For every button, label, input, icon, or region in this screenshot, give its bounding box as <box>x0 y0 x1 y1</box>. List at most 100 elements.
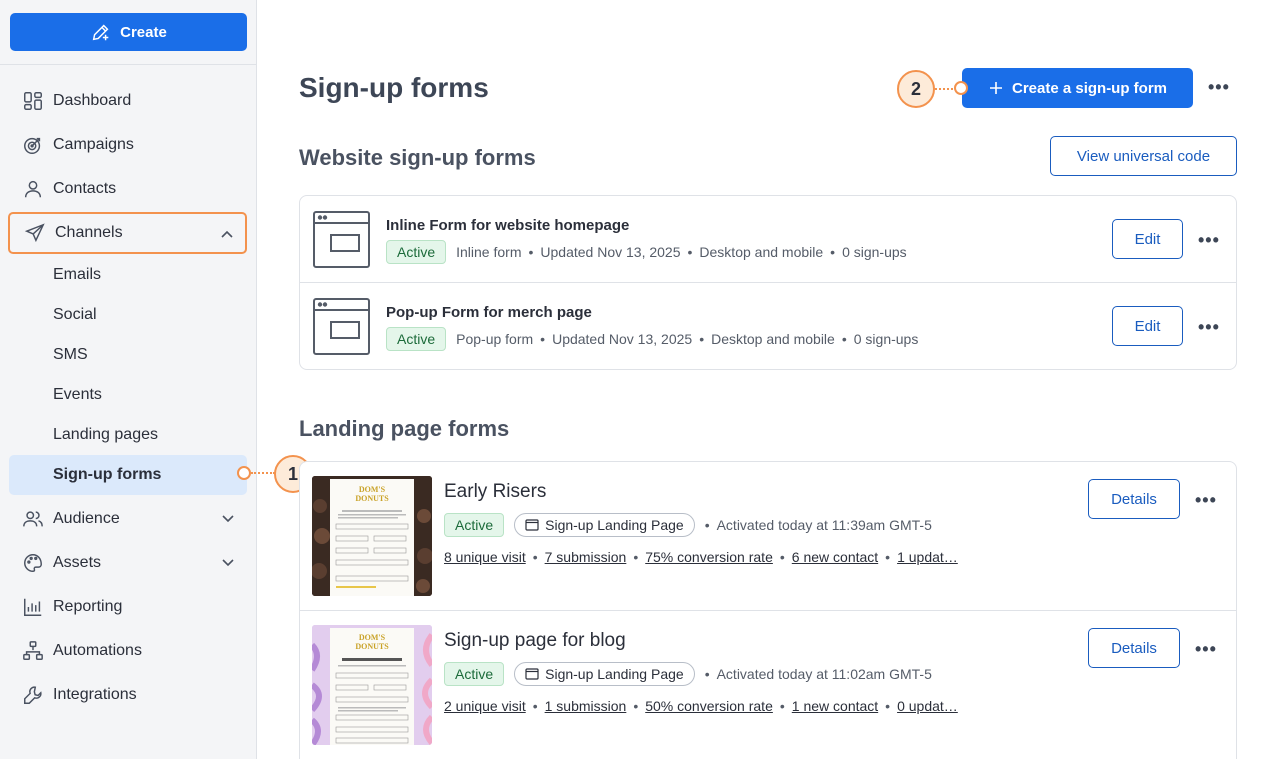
visits-link[interactable]: 8 unique visit <box>444 549 526 565</box>
conversion-link[interactable]: 50% conversion rate <box>645 698 773 714</box>
sidebar-item-label: Assets <box>53 554 102 571</box>
person-icon <box>22 178 44 200</box>
sidebar-divider <box>0 64 256 65</box>
submissions-link[interactable]: 1 submission <box>545 698 627 714</box>
sidebar-item-contacts[interactable]: Contacts <box>0 167 256 211</box>
activated-text: Activated today at 11:39am GMT-5 <box>716 517 932 533</box>
separator-dot: • <box>699 331 705 347</box>
sidebar-subitem-social[interactable]: Social <box>0 295 256 335</box>
row-more-options-icon[interactable]: ••• <box>1198 231 1220 249</box>
target-icon <box>22 134 44 156</box>
list-item: Pop-up Form for merch page Active Pop-up… <box>300 283 1236 369</box>
sidebar-item-integrations[interactable]: Integrations <box>0 673 256 717</box>
chart-icon <box>22 596 44 618</box>
separator-dot: • <box>532 549 538 565</box>
thumb-brand-line1: DOM'S <box>359 633 386 642</box>
thumbnail-preview-image: DOM'S DONUTS <box>312 625 432 745</box>
form-type: Pop-up form <box>456 331 534 347</box>
thumb-brand-line2: DONUTS <box>355 494 389 503</box>
sidebar-subitem-landing-pages[interactable]: Landing pages <box>0 415 256 455</box>
chevron-down-icon <box>222 559 234 567</box>
thumb-brand-line2: DONUTS <box>355 642 389 651</box>
form-updated: Updated Nov 13, 2025 <box>540 244 681 260</box>
landing-forms-card: DOM'S DONUTS Early Risers Active Sign-up <box>299 461 1237 759</box>
pencil-plus-icon <box>92 24 109 41</box>
sidebar-item-assets[interactable]: Assets <box>0 541 256 585</box>
callout-badge-2: 2 <box>897 70 935 108</box>
landing-page-thumbnail[interactable]: DOM'S DONUTS <box>312 476 432 596</box>
status-badge: Active <box>444 513 505 537</box>
list-item: DOM'S DONUTS Sign-up page for blog Activ… <box>300 611 1236 759</box>
edit-button[interactable]: Edit <box>1112 306 1183 346</box>
landing-type-chip: Sign-up Landing Page <box>514 662 695 686</box>
browser-window-icon <box>313 211 370 268</box>
page-title: Sign-up forms <box>299 72 489 103</box>
sidebar-subitem-emails[interactable]: Emails <box>0 255 256 295</box>
updates-link[interactable]: 1 updat… <box>897 549 958 565</box>
view-universal-code-button[interactable]: View universal code <box>1050 136 1237 176</box>
flow-icon <box>22 640 44 662</box>
sidebar-item-label: Integrations <box>53 686 137 703</box>
separator-dot: • <box>885 549 891 565</box>
paper-plane-icon <box>24 222 46 244</box>
separator-dot: • <box>885 698 891 714</box>
details-button[interactable]: Details <box>1088 479 1180 519</box>
sidebar-item-campaigns[interactable]: Campaigns <box>0 123 256 167</box>
sidebar-subitem-events[interactable]: Events <box>0 375 256 415</box>
form-meta: Active Inline form • Updated Nov 13, 202… <box>386 240 907 264</box>
status-badge: Active <box>386 240 447 264</box>
row-more-options-icon[interactable]: ••• <box>1195 640 1217 658</box>
wrench-icon <box>22 684 44 706</box>
sidebar-item-dashboard[interactable]: Dashboard <box>0 79 256 123</box>
row-more-options-icon[interactable]: ••• <box>1195 491 1217 509</box>
page-icon <box>525 668 539 680</box>
status-badge: Active <box>444 662 505 686</box>
separator-dot: • <box>633 549 639 565</box>
form-devices: Desktop and mobile <box>711 331 835 347</box>
row-more-options-icon[interactable]: ••• <box>1198 318 1220 336</box>
browser-window-icon <box>313 298 370 355</box>
sidebar-subitem-sign-up-forms[interactable]: Sign-up forms <box>9 455 247 495</box>
sidebar-item-label: Contacts <box>53 180 117 197</box>
separator-dot: • <box>704 666 710 682</box>
website-forms-card: Inline Form for website homepage Active … <box>299 195 1237 370</box>
separator-dot: • <box>532 698 538 714</box>
edit-button[interactable]: Edit <box>1112 219 1183 259</box>
sidebar-nav: Dashboard Campaigns Contacts Channels Em… <box>0 79 256 717</box>
visits-link[interactable]: 2 unique visit <box>444 698 526 714</box>
dashboard-icon <box>22 90 44 112</box>
chevron-up-icon <box>221 230 233 238</box>
create-label: Create <box>120 23 167 41</box>
landing-form-stats: 8 unique visit • 7 submission • 75% conver… <box>444 549 958 565</box>
conversion-link[interactable]: 75% conversion rate <box>645 549 773 565</box>
create-sign-up-form-button[interactable]: Create a sign-up form <box>962 68 1193 108</box>
form-title[interactable]: Pop-up Form for merch page <box>386 304 592 321</box>
palette-icon <box>22 552 44 574</box>
sidebar-item-automations[interactable]: Automations <box>0 629 256 673</box>
sidebar-item-audience[interactable]: Audience <box>0 497 256 541</box>
website-section-title: Website sign-up forms <box>299 145 536 170</box>
form-meta: Active Pop-up form • Updated Nov 13, 202… <box>386 327 918 351</box>
page-more-options-icon[interactable]: ••• <box>1208 78 1230 96</box>
form-type: Inline form <box>456 244 522 260</box>
chevron-down-icon <box>222 515 234 523</box>
submissions-link[interactable]: 7 submission <box>545 549 627 565</box>
landing-page-thumbnail[interactable]: DOM'S DONUTS <box>312 625 432 745</box>
landing-form-title[interactable]: Early Risers <box>444 481 546 503</box>
contacts-link[interactable]: 1 new contact <box>792 698 878 714</box>
form-title[interactable]: Inline Form for website homepage <box>386 217 629 234</box>
landing-section-title: Landing page forms <box>299 416 510 441</box>
sidebar-item-label: Dashboard <box>53 92 132 109</box>
landing-form-title[interactable]: Sign-up page for blog <box>444 630 626 652</box>
callout-marker-dot <box>237 466 251 480</box>
create-button[interactable]: Create <box>10 13 247 51</box>
sidebar-item-channels[interactable]: Channels <box>8 212 247 254</box>
details-button[interactable]: Details <box>1088 628 1180 668</box>
sidebar-item-label: Reporting <box>53 598 123 615</box>
contacts-link[interactable]: 6 new contact <box>792 549 878 565</box>
updates-link[interactable]: 0 updat… <box>897 698 958 714</box>
sidebar-item-reporting[interactable]: Reporting <box>0 585 256 629</box>
main-content: Sign-up forms 2 Create a sign-up form ••… <box>257 0 1279 759</box>
status-badge: Active <box>386 327 447 351</box>
sidebar-subitem-sms[interactable]: SMS <box>0 335 256 375</box>
